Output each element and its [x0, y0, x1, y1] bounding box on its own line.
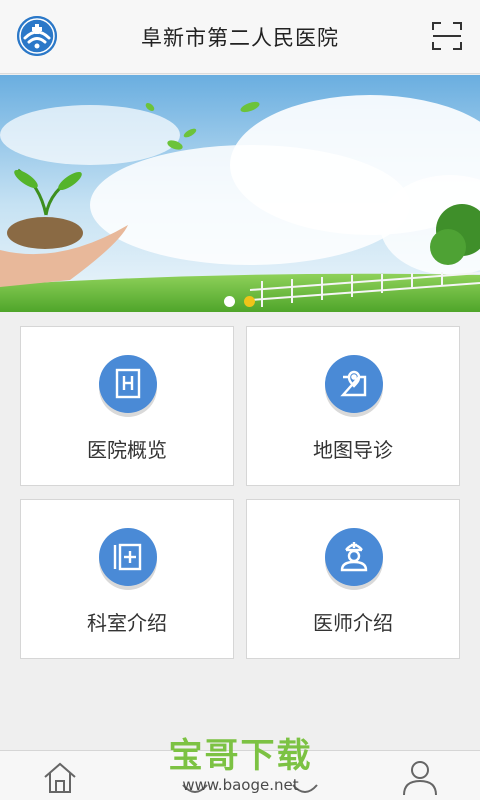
department-icon — [99, 528, 157, 586]
hospital-logo-icon — [17, 16, 57, 56]
menu-department-intro[interactable]: 科室介绍 — [20, 499, 234, 659]
doctor-icon — [325, 528, 383, 586]
menu-label: 地图导诊 — [313, 438, 393, 462]
banner-carousel[interactable] — [0, 75, 480, 312]
menu-doctor-intro[interactable]: 医师介绍 — [246, 499, 460, 659]
scan-icon[interactable] — [430, 19, 464, 53]
profile-icon[interactable] — [400, 757, 440, 797]
menu-map-guide[interactable]: 地图导诊 — [246, 326, 460, 486]
carousel-dot[interactable] — [224, 296, 235, 307]
watermark: 宝哥下载 www.baoge.net — [163, 736, 318, 800]
page-title: 阜新市第二人民医院 — [141, 26, 339, 50]
map-pin-icon — [325, 355, 383, 413]
hospital-building-icon — [99, 355, 157, 413]
app-header: 阜新市第二人民医院 — [0, 0, 480, 74]
banner-image — [0, 75, 480, 312]
watermark-url: www.baoge.net — [182, 776, 299, 794]
watermark-title: 宝哥下载 — [168, 736, 313, 776]
menu-hospital-overview[interactable]: 医院概览 — [20, 326, 234, 486]
carousel-dot-active[interactable] — [244, 296, 255, 307]
menu-label: 医师介绍 — [313, 611, 393, 635]
home-icon[interactable] — [40, 757, 80, 797]
menu-label: 医院概览 — [87, 438, 167, 462]
menu-label: 科室介绍 — [87, 611, 167, 635]
